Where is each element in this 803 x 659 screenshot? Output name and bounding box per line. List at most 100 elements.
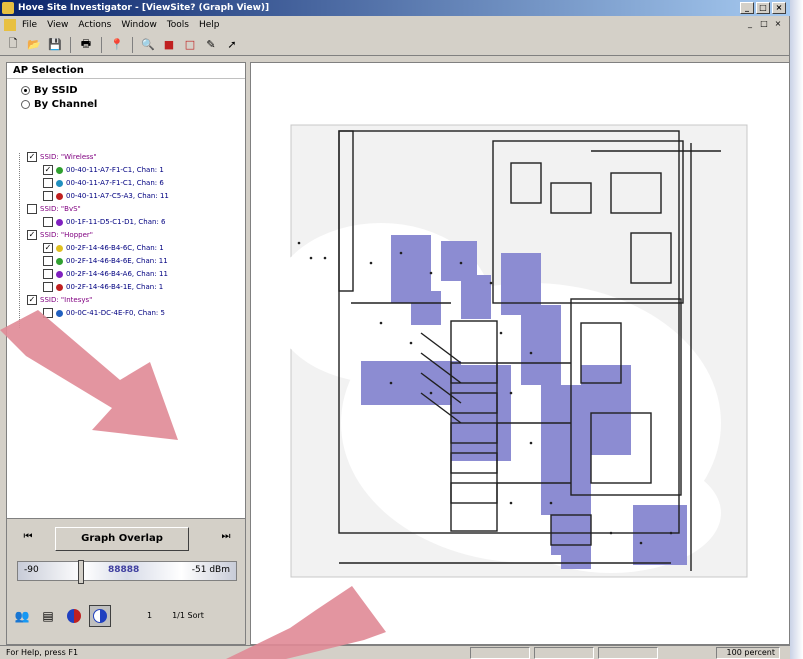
app-window: Hove Site Investigator - [ViewSite? (Gra… <box>0 0 790 659</box>
zoom-indicator: 100 percent <box>716 647 780 659</box>
pointer-icon[interactable]: ➚ <box>223 36 241 54</box>
status-cell <box>598 647 658 659</box>
ap-tree-item[interactable]: 00-1F-11-D5-C1-D1, Chan: 6 <box>43 216 166 228</box>
menu-actions[interactable]: Actions <box>78 20 111 30</box>
record-icon[interactable]: ■ <box>160 36 178 54</box>
minimize-button[interactable]: _ <box>740 2 754 14</box>
checkbox[interactable]: ✓ <box>27 152 37 162</box>
menu-help[interactable]: Help <box>199 20 220 30</box>
graph-view[interactable] <box>250 62 790 645</box>
selection-info: 1 1/1 Sort <box>147 611 204 620</box>
menu-view[interactable]: View <box>47 20 68 30</box>
zoom-icon[interactable]: 🔍 <box>139 36 157 54</box>
panel-title: AP Selection <box>7 63 245 79</box>
ap-tree-item[interactable]: ✓ 00-2F-14-46-B4-6C, Chan: 1 <box>43 242 164 254</box>
tree-item-label: 00-2F-14-46-B4-1E, Chan: 1 <box>66 283 164 291</box>
color-map-icon[interactable] <box>63 605 85 627</box>
menu-tools[interactable]: Tools <box>167 20 189 30</box>
ap-tree-item[interactable]: 00-2F-14-46-B4-A6, Chan: 11 <box>43 268 168 280</box>
slider-thumb[interactable] <box>78 560 84 584</box>
checkbox[interactable]: ✓ <box>27 295 37 305</box>
pencil-icon[interactable]: ✎ <box>202 36 220 54</box>
ap-color-dot <box>56 166 63 174</box>
mdi-controls: _ □ × <box>744 18 784 30</box>
document-icon[interactable] <box>4 19 16 31</box>
ap-tree-item[interactable]: 00-40-11-A7-F1-C1, Chan: 6 <box>43 177 164 189</box>
mdi-minimize-button[interactable]: _ <box>744 18 756 30</box>
selection-count[interactable]: 1/1 Sort <box>172 611 204 620</box>
checkbox[interactable]: ✓ <box>43 165 53 175</box>
status-text: For Help, press F1 <box>6 648 79 657</box>
checkbox[interactable] <box>43 191 53 201</box>
save-icon[interactable]: 💾 <box>46 36 64 54</box>
radio-indicator[interactable] <box>21 86 30 95</box>
tree-item-label: 00-40-11-A7-F1-C1, Chan: 1 <box>66 166 164 174</box>
radio-label: By Channel <box>34 99 98 110</box>
tree-item-label: SSID: "Hopper" <box>40 231 93 239</box>
tree-item-label: 00-1F-11-D5-C1-D1, Chan: 6 <box>66 218 166 226</box>
ap-tree-item[interactable]: 00-40-11-A7-C5-A3, Chan: 11 <box>43 190 169 202</box>
checkbox[interactable] <box>43 269 53 279</box>
slider-max-label: -51 dBm <box>191 565 230 575</box>
tree-item-label: SSID: "Wireless" <box>40 153 97 161</box>
ap-color-dot <box>56 283 63 291</box>
checkbox[interactable] <box>43 256 53 266</box>
tree-item-label: 00-40-11-A7-F1-C1, Chan: 6 <box>66 179 164 187</box>
status-cell <box>470 647 530 659</box>
print-icon[interactable]: 🖶 <box>77 36 95 54</box>
pin-icon[interactable]: 📍 <box>108 36 126 54</box>
ap-tree-item[interactable]: ✓ 00-40-11-A7-F1-C1, Chan: 1 <box>43 164 164 176</box>
checkbox[interactable]: ✓ <box>27 230 37 240</box>
checkbox[interactable] <box>43 308 53 318</box>
maximize-button[interactable]: □ <box>756 2 770 14</box>
coverage-icon[interactable] <box>89 605 111 627</box>
ssid-tree-item[interactable]: SSID: "BvS" <box>27 203 81 215</box>
ap-tree-item[interactable]: 00-2F-14-46-B4-1E, Chan: 1 <box>43 281 163 293</box>
tree-item-label: SSID: "BvS" <box>40 205 81 213</box>
toolbar: 🗋 📂 💾 🖶 📍 🔍 ■ □ ✎ ➚ <box>0 34 790 56</box>
mdi-close-button[interactable]: × <box>772 18 784 30</box>
ap-tree-item[interactable]: 00-2F-14-46-B4-6E, Chan: 11 <box>43 255 168 267</box>
prev-icon[interactable]: ⏮ <box>21 531 35 545</box>
next-icon[interactable]: ⏭ <box>219 531 233 545</box>
tree-item-label: 00-2F-14-46-B4-A6, Chan: 11 <box>66 270 168 278</box>
radio-indicator[interactable] <box>21 100 30 109</box>
mdi-restore-button[interactable]: □ <box>758 18 770 30</box>
checkbox[interactable] <box>43 178 53 188</box>
floor-plan-heatmap <box>271 124 748 578</box>
close-button[interactable]: × <box>772 2 786 14</box>
menu-bar: File View Actions Window Tools Help _ □ … <box>0 16 790 34</box>
ssid-tree-item[interactable]: ✓ SSID: "Intesys" <box>27 294 92 306</box>
status-bar: For Help, press F1 100 percent <box>0 645 790 659</box>
ssid-tree-item[interactable]: ✓ SSID: "Wireless" <box>27 151 97 163</box>
view-mode-icons: 👥 ▤ <box>11 605 111 627</box>
menu-file[interactable]: File <box>22 20 37 30</box>
slider-value: 88888 <box>108 565 140 575</box>
tree-item-label: 00-2F-14-46-B4-6C, Chan: 1 <box>66 244 164 252</box>
window-controls: _ □ × <box>740 2 786 14</box>
open-icon[interactable]: 📂 <box>25 36 43 54</box>
selection-label: 1 <box>147 611 153 620</box>
signal-slider[interactable]: -90 88888 -51 dBm <box>17 560 237 584</box>
window-shadow <box>790 0 803 659</box>
toolbar-separator <box>132 36 133 53</box>
radio-by-ssid[interactable]: By SSID <box>21 85 78 96</box>
ssid-tree-item[interactable]: ✓ SSID: "Hopper" <box>27 229 93 241</box>
stop-icon[interactable]: □ <box>181 36 199 54</box>
new-icon[interactable]: 🗋 <box>4 36 22 54</box>
ap-tree-item[interactable]: 00-0C-41-DC-4E-F0, Chan: 5 <box>43 307 165 319</box>
chart-icon[interactable]: ▤ <box>37 605 59 627</box>
radio-by-channel[interactable]: By Channel <box>21 99 97 110</box>
ap-color-dot <box>56 218 63 226</box>
checkbox[interactable] <box>43 217 53 227</box>
tree-item-label: SSID: "Intesys" <box>40 296 93 304</box>
menu-window[interactable]: Window <box>121 20 157 30</box>
graph-overlap-button[interactable]: Graph Overlap <box>55 527 189 551</box>
toolbar-separator <box>70 36 71 53</box>
checkbox[interactable]: ✓ <box>43 243 53 253</box>
checkbox[interactable] <box>43 282 53 292</box>
tree-connector <box>19 153 20 328</box>
ap-color-dot <box>56 309 63 317</box>
people-icon[interactable]: 👥 <box>11 605 33 627</box>
checkbox[interactable] <box>27 204 37 214</box>
